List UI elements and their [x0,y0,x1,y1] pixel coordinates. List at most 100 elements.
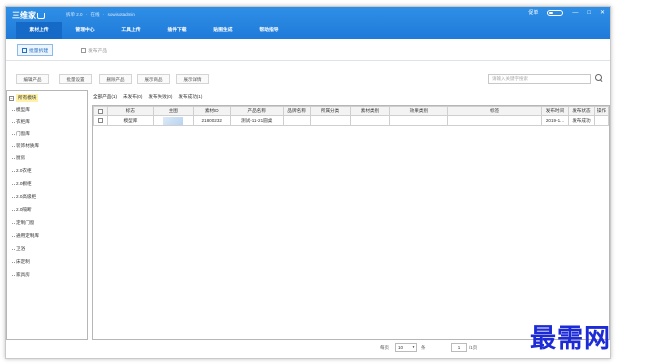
column-header: 标志 [106,106,154,116]
batch-create-label: 批量拆建 [29,48,49,54]
tree-item[interactable]: 2.0高级柜 [11,194,36,200]
tree-root[interactable]: − 所有模块 [9,94,39,102]
tree-item[interactable]: 家具房 [12,272,30,278]
nav-upload-material[interactable]: 素材上传 [16,22,62,39]
page-total: /1页 [469,345,478,350]
publish-icon [81,47,86,53]
batch-icon [22,47,27,53]
nav-help[interactable]: 帮助指导 [246,22,292,39]
select-all-checkbox[interactable] [97,108,103,114]
tab-unpublished[interactable]: 未发布(0) [123,94,142,100]
table-cell [282,115,311,126]
column-header: 标签 [447,106,542,116]
table-row[interactable]: 模型库 21800232 测试-11-21圆桌 2019-1... 发布成功 [93,115,610,126]
table-cell: 模型库 [106,115,154,126]
watermark-logo: 最需网 [530,324,612,354]
tree-item[interactable]: 模型库 [12,107,30,113]
app-info: 拆单 2.0 · 在线 · sowisotadmin [66,12,135,18]
logo-text: 三维家 [12,11,36,20]
table-header-row: 标志 主图 素材ID 产品名称 品牌名称 所属分类 素材类别 效果类别 标签 发… [93,106,610,116]
action-toolbar: 编辑产品 批量设置 删除产品 展示商品 展示详情 请输入关键字搜索 [6,71,610,87]
pagination: 每页 10 条 1 /1页 [6,341,610,356]
table-cell [389,115,449,126]
per-page-select[interactable]: 10 [395,343,417,352]
tree-item[interactable]: 装饰材质库 [12,143,39,149]
user-menu-label[interactable]: 促单 [528,9,538,16]
tree-item[interactable]: 2.0衣柜 [12,168,32,174]
app-version: 拆单 2.0 [66,12,83,17]
tree-item[interactable]: 床定制 [12,259,30,265]
tree-item[interactable]: 门窗库 [12,131,30,137]
tree-item[interactable]: 卫浴 [11,246,25,252]
username: sowisotadmin [107,12,135,17]
search-input[interactable]: 请输入关键字搜索 [488,74,591,84]
thumbnail-cell [152,115,194,126]
category-tree: − 所有模块 模型库 衣柜库 门窗库 装饰材质库 厨房 2.0衣柜 2.0橱柜 … [6,90,88,340]
table-cell [447,115,542,126]
window-controls: 促单 — □ ✕ [528,9,605,16]
batch-settings-button[interactable]: 批量设置 [59,74,92,84]
batch-create-button[interactable]: 批量拆建 [17,44,54,56]
column-header: 品牌名称 [282,106,311,116]
action-cell[interactable] [593,115,610,126]
tree-item[interactable]: 定制门窗 [11,220,34,226]
search-icon[interactable] [595,74,603,82]
product-table: 标志 主图 素材ID 产品名称 品牌名称 所属分类 素材类别 效果类别 标签 发… [93,106,610,126]
per-page-unit: 条 [421,345,426,350]
page-input[interactable]: 1 [451,343,467,352]
tab-publish-success[interactable]: 发布成功(1) [178,94,202,100]
table-cell: 21800232 [192,115,231,126]
tree-item[interactable]: 2.0橱柜 [12,181,32,187]
minimize-button[interactable]: — [572,10,578,16]
separator: · [102,12,105,17]
collapse-icon[interactable]: − [9,95,14,101]
publish-product-button[interactable]: 发布产品 [77,44,111,56]
main-nav: 素材上传 管理中心 工具上传 插件下载 贴图生成 帮助指导 [16,22,292,39]
row-select-cell[interactable] [93,115,108,126]
nav-tool-upload[interactable]: 工具上传 [108,22,154,39]
publish-product-label: 发布产品 [88,48,108,54]
table-cell [309,115,351,126]
column-header: 素材类别 [349,106,391,116]
column-header: 所属分类 [309,106,351,116]
nav-management-center[interactable]: 管理中心 [62,22,108,39]
app-window: 三维家 拆单 2.0 · 在线 · sowisotadmin 促单 — □ ✕ … [5,6,611,359]
select-all-cell[interactable] [93,106,108,116]
house-icon [37,12,45,19]
nav-texture-generate[interactable]: 贴图生成 [200,22,246,39]
column-header: 发布时间 [540,106,569,116]
separator: · [85,12,88,17]
column-header: 主图 [152,106,194,116]
row-checkbox[interactable] [97,118,103,124]
nav-plugin-download[interactable]: 插件下载 [154,22,200,39]
tree-item[interactable]: 衣柜库 [12,119,30,125]
toggle-switch[interactable] [547,9,564,16]
delete-product-button[interactable]: 删除产品 [99,74,132,84]
product-panel: 全部产品(1) 未发布(0) 发布失败(0) 发布成功(1) 标志 主图 素材I… [90,90,610,340]
tree-item[interactable]: 厨房 [11,155,25,161]
show-product-button[interactable]: 展示商品 [137,74,170,84]
product-table-container: 标志 主图 素材ID 产品名称 品牌名称 所属分类 素材类别 效果类别 标签 发… [92,105,610,340]
table-cell [349,115,391,126]
tab-publish-failed[interactable]: 发布失败(0) [148,94,172,100]
show-details-button[interactable]: 展示详情 [176,74,209,84]
product-thumbnail[interactable] [163,116,184,125]
column-header: 发布状态 [567,106,595,116]
tab-all-products[interactable]: 全部产品(1) [93,94,117,100]
maximize-button[interactable]: □ [587,10,591,16]
tree-item[interactable]: 2.0隔断 [12,207,32,213]
app-logo: 三维家 [12,10,45,21]
column-header: 效果类别 [389,106,449,116]
table-cell: 发布成功 [567,115,595,126]
column-header: 产品名称 [229,106,284,116]
tree-item[interactable]: 通用定制库 [12,233,39,239]
account-status: 在线 [90,12,100,17]
title-bar: 三维家 拆单 2.0 · 在线 · sowisotadmin 促单 — □ ✕ … [6,7,610,39]
table-cell: 测试-11-21圆桌 [229,115,284,126]
edit-product-button[interactable]: 编辑产品 [16,74,49,84]
column-header: 素材ID [192,106,231,116]
close-button[interactable]: ✕ [600,10,605,16]
status-tabs: 全部产品(1) 未发布(0) 发布失败(0) 发布成功(1) [93,94,202,100]
sub-toolbar: 批量拆建 发布产品 [6,39,610,61]
column-header: 操作 [593,106,610,116]
